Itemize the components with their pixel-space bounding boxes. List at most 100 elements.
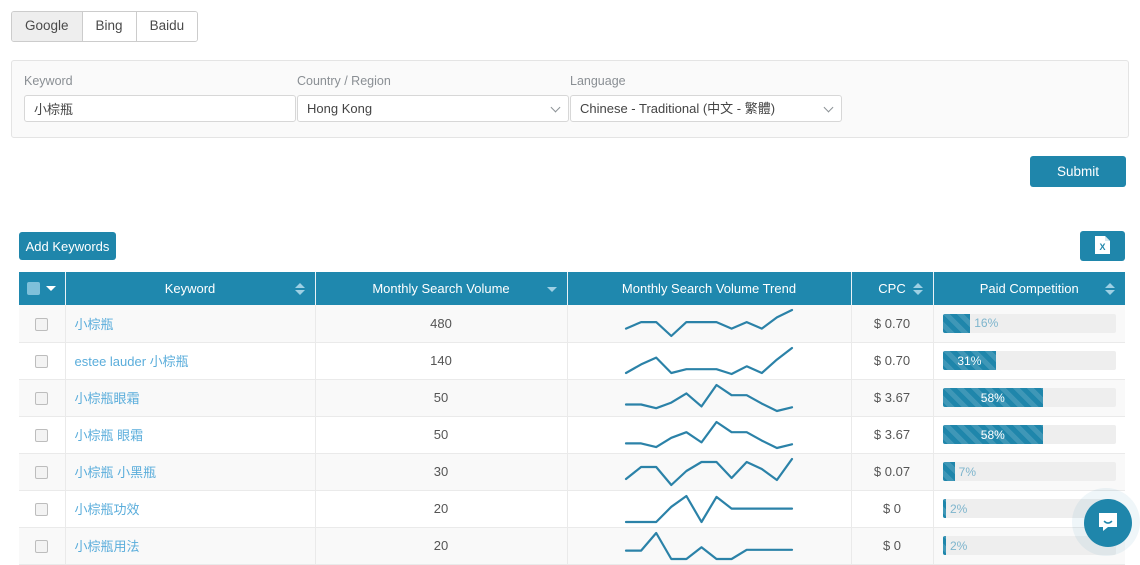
select-all-dropdown-icon[interactable]: [46, 286, 57, 291]
sparkline-chart: [624, 494, 794, 523]
row-checkbox[interactable]: [35, 392, 49, 406]
row-checkbox-cell: [19, 453, 66, 491]
keyword-link[interactable]: 小棕瓶眼霜: [75, 391, 140, 406]
country-select-value: Hong Kong: [307, 101, 373, 116]
header-competition-label: Paid Competition: [979, 281, 1079, 296]
tab-bing[interactable]: Bing: [82, 12, 137, 41]
header-monthly-search-volume[interactable]: Monthly Search Volume: [315, 272, 568, 305]
competition-progress-bar: 58%: [942, 388, 1116, 407]
table-body: 小棕瓶 480 $ 0.70 16% estee lauder 小棕瓶 140 $ 0.70…: [19, 305, 1125, 565]
country-select[interactable]: Hong Kong: [297, 95, 569, 122]
row-checkbox[interactable]: [35, 355, 49, 369]
search-volume-trend-cell: [567, 342, 852, 380]
excel-file-icon: X: [1094, 235, 1111, 258]
table-row: 小棕瓶眼霜 50 $ 3.67 58%: [19, 379, 1125, 417]
competition-progress-bar: 31%: [942, 351, 1116, 370]
monthly-search-volume-cell: 30: [315, 453, 568, 491]
keyword-cell: 小棕瓶 小黑瓶: [65, 453, 316, 491]
chat-launcher-button[interactable]: [1084, 499, 1132, 547]
keyword-cell: 小棕瓶 眼霜: [65, 416, 316, 454]
keyword-link[interactable]: 小棕瓶用法: [75, 539, 140, 554]
keyword-label: Keyword: [24, 74, 73, 88]
search-volume-trend-cell: [567, 453, 852, 491]
header-cpc-label: CPC: [878, 281, 906, 296]
keyword-cell: estee lauder 小棕瓶: [65, 342, 316, 380]
keyword-input[interactable]: [24, 95, 296, 122]
table-row: 小棕瓶 眼霜 50 $ 3.67 58%: [19, 416, 1125, 454]
row-checkbox-cell: [19, 416, 66, 454]
sparkline-chart: [624, 383, 794, 412]
competition-progress-label: 2%: [949, 538, 968, 553]
cpc-cell: $ 3.67: [851, 416, 934, 454]
sparkline-chart: [624, 346, 794, 375]
cpc-cell: $ 0.70: [851, 342, 934, 380]
monthly-search-volume-cell: 20: [315, 527, 568, 565]
row-checkbox-cell: [19, 379, 66, 417]
country-field-group: Country / Region Hong Kong: [297, 74, 569, 122]
keyword-link[interactable]: 小棕瓶: [75, 317, 114, 332]
keyword-cell: 小棕瓶: [65, 305, 316, 343]
header-trend-label: Monthly Search Volume Trend: [621, 281, 797, 296]
competition-progress-label: 31%: [957, 353, 982, 368]
row-checkbox-cell: [19, 342, 66, 380]
table-row: 小棕瓶用法 20 $ 0 2%: [19, 527, 1125, 565]
sparkline-chart: [624, 457, 794, 486]
row-checkbox-cell: [19, 527, 66, 565]
competition-progress-label: 16%: [974, 316, 999, 331]
paid-competition-cell: 58%: [933, 379, 1125, 417]
header-select-all: [19, 272, 66, 305]
competition-progress-fill: [942, 462, 955, 481]
keyword-link[interactable]: estee lauder 小棕瓶: [75, 354, 189, 369]
sparkline-chart: [624, 309, 794, 338]
cpc-cell: $ 3.67: [851, 379, 934, 417]
keyword-link[interactable]: 小棕瓶 眼霜: [75, 428, 144, 443]
select-all-checkbox[interactable]: [27, 282, 41, 295]
chevron-down-icon: [823, 102, 834, 112]
row-checkbox[interactable]: [35, 317, 49, 331]
search-volume-trend-cell: [567, 305, 852, 343]
search-volume-trend-cell: [567, 490, 852, 528]
language-select[interactable]: Chinese - Traditional (中文 - 繁體): [570, 95, 842, 122]
keyword-link[interactable]: 小棕瓶功效: [75, 502, 140, 517]
row-checkbox[interactable]: [35, 503, 49, 517]
competition-progress-label: 7%: [958, 464, 976, 479]
submit-button[interactable]: Submit: [1030, 156, 1126, 187]
keyword-link[interactable]: 小棕瓶 小黑瓶: [75, 465, 157, 480]
row-checkbox[interactable]: [35, 429, 49, 443]
sort-icon-cpc[interactable]: [912, 282, 923, 296]
tab-baidu[interactable]: Baidu: [136, 12, 198, 41]
header-monthly-search-volume-trend: Monthly Search Volume Trend: [567, 272, 852, 305]
paid-competition-cell: 31%: [933, 342, 1125, 380]
language-select-value: Chinese - Traditional (中文 - 繁體): [580, 101, 776, 116]
svg-text:X: X: [1099, 242, 1105, 252]
table-row: 小棕瓶功效 20 $ 0 2%: [19, 490, 1125, 528]
competition-progress-label: 58%: [980, 390, 1005, 405]
competition-progress-label: 58%: [980, 427, 1005, 442]
search-engine-tabs: Google Bing Baidu: [11, 11, 199, 42]
header-paid-competition[interactable]: Paid Competition: [933, 272, 1125, 305]
language-label: Language: [570, 74, 626, 88]
row-checkbox-cell: [19, 305, 66, 343]
keyword-cell: 小棕瓶功效: [65, 490, 316, 528]
keyword-field-group: Keyword: [24, 74, 296, 122]
export-excel-button[interactable]: X: [1080, 231, 1125, 261]
search-volume-trend-cell: [567, 379, 852, 417]
tab-google[interactable]: Google: [12, 12, 83, 41]
header-keyword[interactable]: Keyword: [65, 272, 316, 305]
row-checkbox[interactable]: [35, 540, 49, 554]
keyword-results-table: Keyword Monthly Search Volume Monthly Se…: [19, 272, 1125, 565]
sort-icon-keyword[interactable]: [294, 282, 305, 296]
header-cpc[interactable]: CPC: [851, 272, 934, 305]
cpc-cell: $ 0.07: [851, 453, 934, 491]
paid-competition-cell: 16%: [933, 305, 1125, 343]
competition-progress-label: 2%: [949, 501, 968, 516]
chat-bubble-icon: [1096, 510, 1120, 537]
row-checkbox[interactable]: [35, 466, 49, 480]
table-row: estee lauder 小棕瓶 140 $ 0.70 31%: [19, 342, 1125, 380]
sort-icon-competition[interactable]: [1105, 282, 1115, 296]
header-keyword-label: Keyword: [164, 281, 216, 296]
add-keywords-button[interactable]: Add Keywords: [19, 232, 116, 260]
monthly-search-volume-cell: 50: [315, 379, 568, 417]
language-field-group: Language Chinese - Traditional (中文 - 繁體): [570, 74, 842, 122]
sort-icon-volume-descending[interactable]: [546, 282, 557, 296]
